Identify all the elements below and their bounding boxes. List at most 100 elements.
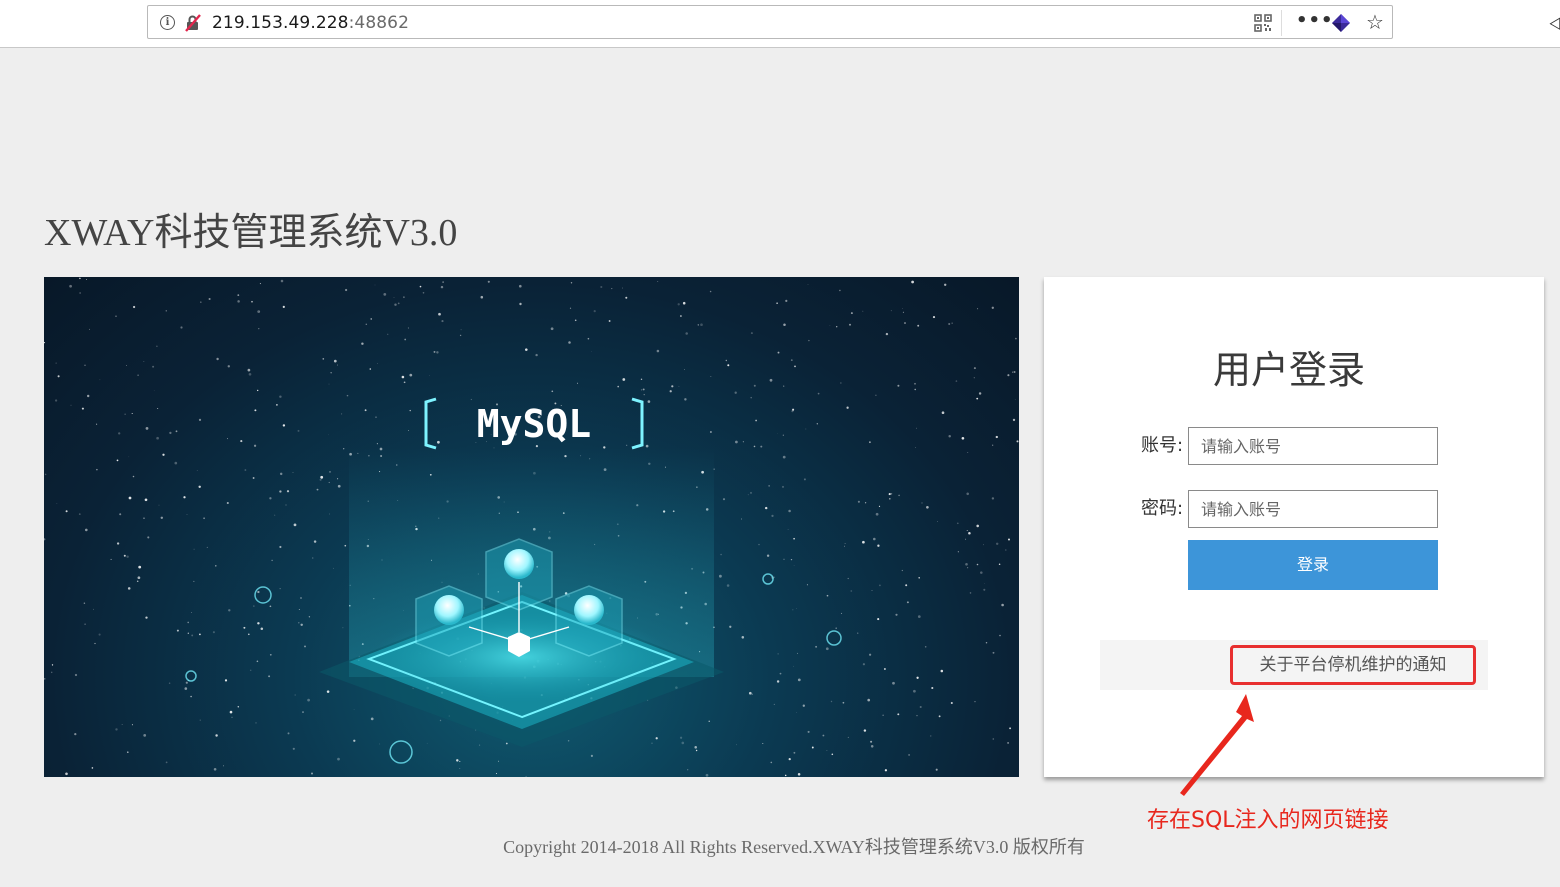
star bbox=[806, 584, 808, 586]
star bbox=[611, 288, 613, 290]
more-actions-icon[interactable]: ••• bbox=[1296, 9, 1334, 33]
star bbox=[741, 518, 743, 520]
star bbox=[782, 455, 786, 459]
star bbox=[310, 772, 314, 775]
star bbox=[671, 385, 674, 388]
star bbox=[456, 759, 459, 762]
star bbox=[895, 613, 898, 616]
star bbox=[999, 634, 1001, 637]
star bbox=[944, 283, 947, 286]
star bbox=[741, 636, 745, 639]
star bbox=[228, 609, 231, 612]
star bbox=[409, 409, 411, 412]
star bbox=[279, 588, 281, 590]
star bbox=[735, 440, 738, 444]
star bbox=[773, 703, 775, 705]
star bbox=[231, 716, 233, 718]
star bbox=[257, 622, 260, 625]
star bbox=[96, 468, 98, 471]
star bbox=[191, 634, 194, 637]
star bbox=[121, 724, 123, 725]
star bbox=[705, 773, 709, 777]
star bbox=[935, 768, 938, 771]
star bbox=[867, 698, 871, 702]
star bbox=[118, 432, 121, 435]
star bbox=[1014, 399, 1016, 400]
star bbox=[70, 404, 72, 406]
star bbox=[992, 738, 995, 740]
star bbox=[227, 365, 230, 368]
star bbox=[1012, 418, 1016, 422]
notice-link[interactable]: 关于平台停机维护的通知 bbox=[1230, 645, 1476, 685]
star bbox=[862, 663, 865, 666]
star bbox=[269, 605, 272, 608]
star bbox=[44, 341, 46, 344]
star bbox=[115, 728, 118, 731]
star bbox=[165, 310, 167, 312]
star bbox=[442, 281, 444, 283]
star bbox=[784, 774, 787, 777]
login-button[interactable]: 登录 bbox=[1188, 540, 1438, 590]
star bbox=[857, 500, 860, 503]
star bbox=[126, 751, 129, 754]
star bbox=[826, 750, 828, 751]
url-text[interactable]: 219.153.49.228:48862 bbox=[212, 13, 409, 33]
annotation-label: 存在SQL注入的网页链接 bbox=[1147, 808, 1389, 833]
star bbox=[271, 559, 273, 562]
bookmark-star-icon[interactable]: ☆ bbox=[1366, 10, 1384, 34]
star bbox=[44, 473, 47, 476]
star bbox=[320, 475, 324, 479]
star bbox=[882, 714, 884, 716]
star bbox=[938, 715, 941, 718]
star bbox=[237, 294, 240, 296]
star bbox=[313, 540, 317, 543]
extension-icon[interactable] bbox=[1331, 13, 1351, 33]
toolbar-overflow-icon[interactable]: ⨞ bbox=[1549, 15, 1560, 33]
star bbox=[84, 623, 86, 626]
star bbox=[199, 719, 201, 721]
star bbox=[917, 324, 920, 327]
star bbox=[651, 742, 653, 744]
star bbox=[725, 359, 727, 362]
star bbox=[51, 664, 54, 666]
star bbox=[199, 633, 201, 636]
star bbox=[625, 296, 628, 299]
star bbox=[131, 412, 133, 415]
star bbox=[753, 445, 756, 448]
star bbox=[748, 691, 752, 695]
star bbox=[328, 383, 330, 385]
star bbox=[126, 555, 129, 558]
star bbox=[127, 587, 131, 590]
star bbox=[921, 502, 923, 504]
account-input[interactable] bbox=[1188, 427, 1438, 465]
star bbox=[790, 359, 793, 361]
star bbox=[883, 668, 886, 670]
star bbox=[574, 319, 577, 322]
star bbox=[916, 715, 918, 717]
star bbox=[656, 349, 660, 353]
password-input[interactable] bbox=[1188, 490, 1438, 528]
star bbox=[138, 565, 142, 569]
qr-code-icon[interactable] bbox=[1254, 14, 1272, 32]
star bbox=[480, 295, 484, 299]
banner-illustration: MySQL bbox=[44, 277, 1019, 777]
star bbox=[44, 538, 46, 541]
star bbox=[657, 281, 659, 282]
insecure-connection-icon[interactable] bbox=[184, 14, 202, 32]
star bbox=[244, 469, 247, 471]
star bbox=[383, 293, 387, 296]
star bbox=[750, 491, 752, 494]
star bbox=[153, 389, 155, 391]
star bbox=[292, 472, 294, 473]
info-icon[interactable]: i bbox=[160, 15, 175, 30]
star bbox=[180, 326, 183, 329]
star bbox=[862, 540, 865, 544]
address-bar[interactable]: i 219.153.49.228:48862 ••• ☆ bbox=[147, 5, 1393, 39]
star bbox=[337, 484, 341, 488]
star bbox=[587, 337, 590, 340]
star bbox=[682, 301, 686, 305]
star bbox=[906, 601, 909, 604]
star bbox=[709, 290, 712, 293]
star bbox=[751, 693, 753, 695]
star bbox=[137, 374, 139, 376]
